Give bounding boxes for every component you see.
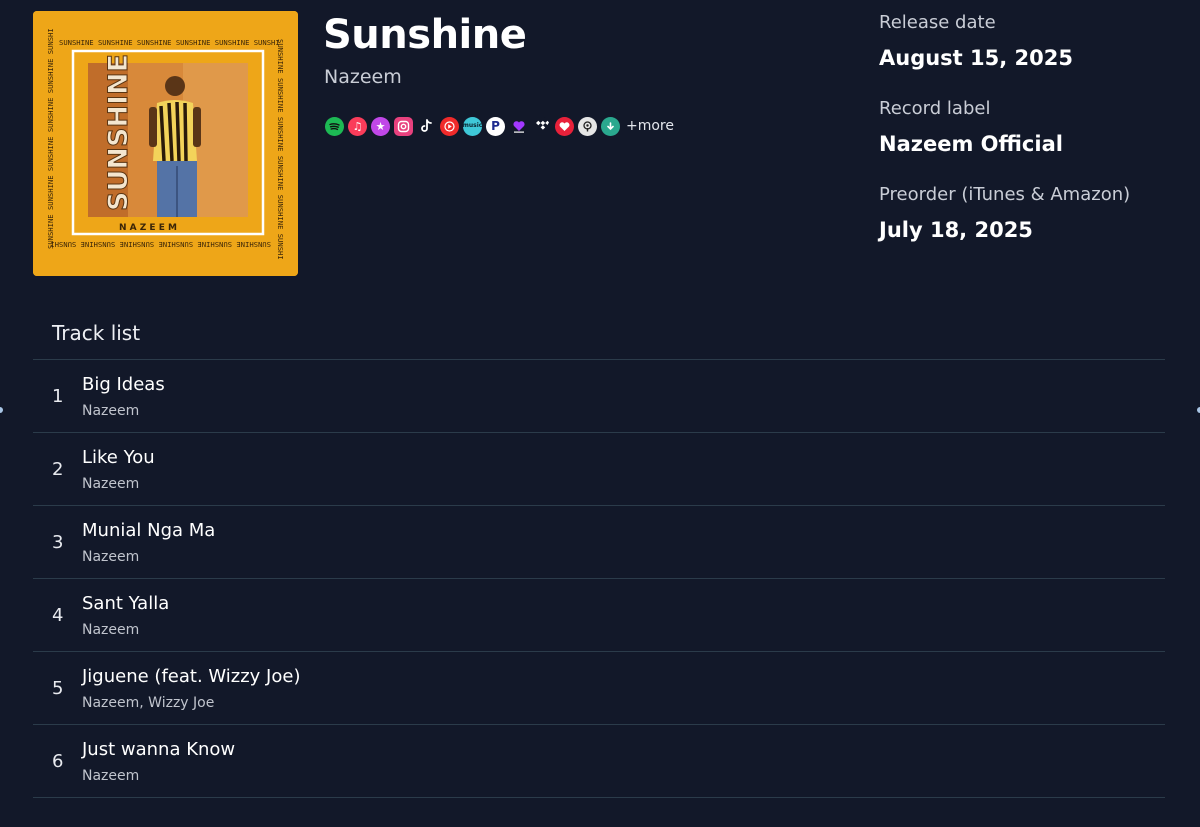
cover-frame-text-left: SUNSHINE SUNSHINE SUNSHINE SUNSHINE SUNS… [46, 28, 55, 249]
tracklist-heading: Track list [52, 321, 141, 345]
album-artist[interactable]: Nazeem [324, 66, 402, 88]
preorder-value: July 18, 2025 [879, 218, 1033, 242]
track-row[interactable]: 4 Sant Yalla Nazeem [33, 579, 1165, 652]
track-title: Munial Nga Ma [82, 520, 216, 541]
track-number: 3 [52, 532, 64, 553]
more-platforms-link[interactable]: +more [626, 118, 674, 134]
track-artist: Nazeem [82, 403, 140, 419]
amazon-music-icon[interactable]: music [463, 116, 482, 136]
track-number: 5 [52, 678, 64, 699]
release-date-value: August 15, 2025 [879, 46, 1073, 70]
streaming-platforms: ♫ ★ music P +more [325, 116, 674, 136]
track-number: 2 [52, 459, 64, 480]
track-title: Just wanna Know [82, 739, 236, 760]
podcast-icon[interactable] [578, 116, 597, 136]
cover-vertical-title: SUNSHINE [103, 54, 134, 211]
apple-music-icon[interactable]: ♫ [348, 116, 367, 136]
left-edge-handle[interactable] [0, 407, 3, 413]
audiomack-icon[interactable] [601, 116, 620, 136]
track-number: 4 [52, 605, 64, 626]
track-row[interactable]: 5 Jiguene (feat. Wizzy Joe) Nazeem, Wizz… [33, 652, 1165, 725]
album-cover: SUNSHINE SUNSHINE SUNSHINE SUNSHINE SUNS… [33, 11, 298, 276]
track-title: Like You [82, 447, 155, 468]
tidal-icon[interactable] [532, 116, 551, 136]
track-artist: Nazeem [82, 768, 140, 784]
itunes-star-icon[interactable]: ★ [371, 116, 390, 136]
track-title: Jiguene (feat. Wizzy Joe) [82, 666, 301, 687]
record-label-label: Record label [879, 98, 991, 119]
track-row[interactable]: 2 Like You Nazeem [33, 433, 1165, 506]
record-label-value: Nazeem Official [879, 132, 1063, 156]
track-row[interactable]: 3 Munial Nga Ma Nazeem [33, 506, 1165, 579]
preorder-label: Preorder (iTunes & Amazon) [879, 184, 1131, 205]
spotify-icon[interactable] [325, 116, 344, 136]
cover-frame-text-bottom: SUNSHINE SUNSHINE SUNSHINE SUNSHINE SUNS… [50, 240, 271, 249]
tiktok-icon[interactable] [417, 116, 436, 136]
album-title: Sunshine [323, 12, 527, 58]
track-title: Big Ideas [82, 374, 165, 395]
release-date-label: Release date [879, 12, 996, 33]
youtube-music-icon[interactable] [440, 116, 459, 136]
album-meta: Release date August 15, 2025 Record labe… [879, 12, 1130, 270]
track-artist: Nazeem, Wizzy Joe [82, 695, 215, 711]
cover-artist-text: N A Z E E M [119, 223, 177, 233]
track-row[interactable]: 1 Big Ideas Nazeem [33, 360, 1165, 433]
track-artist: Nazeem [82, 622, 140, 638]
track-title: Sant Yalla [82, 593, 170, 614]
track-number: 1 [52, 386, 64, 407]
iheartradio-icon[interactable] [555, 116, 574, 136]
track-artist: Nazeem [82, 476, 140, 492]
cover-frame-text-top: SUNSHINE SUNSHINE SUNSHINE SUNSHINE SUNS… [59, 38, 280, 47]
instagram-icon[interactable] [394, 116, 413, 136]
track-row[interactable]: 6 Just wanna Know Nazeem [33, 725, 1165, 798]
deezer-icon[interactable] [509, 117, 528, 136]
tracklist: 1 Big Ideas Nazeem 2 Like You Nazeem 3 M… [33, 359, 1165, 798]
pandora-icon[interactable]: P [486, 116, 505, 136]
track-number: 6 [52, 751, 64, 772]
cover-frame-text-right: SUNSHINE SUNSHINE SUNSHINE SUNSHINE SUNS… [276, 39, 285, 260]
track-artist: Nazeem [82, 549, 140, 565]
